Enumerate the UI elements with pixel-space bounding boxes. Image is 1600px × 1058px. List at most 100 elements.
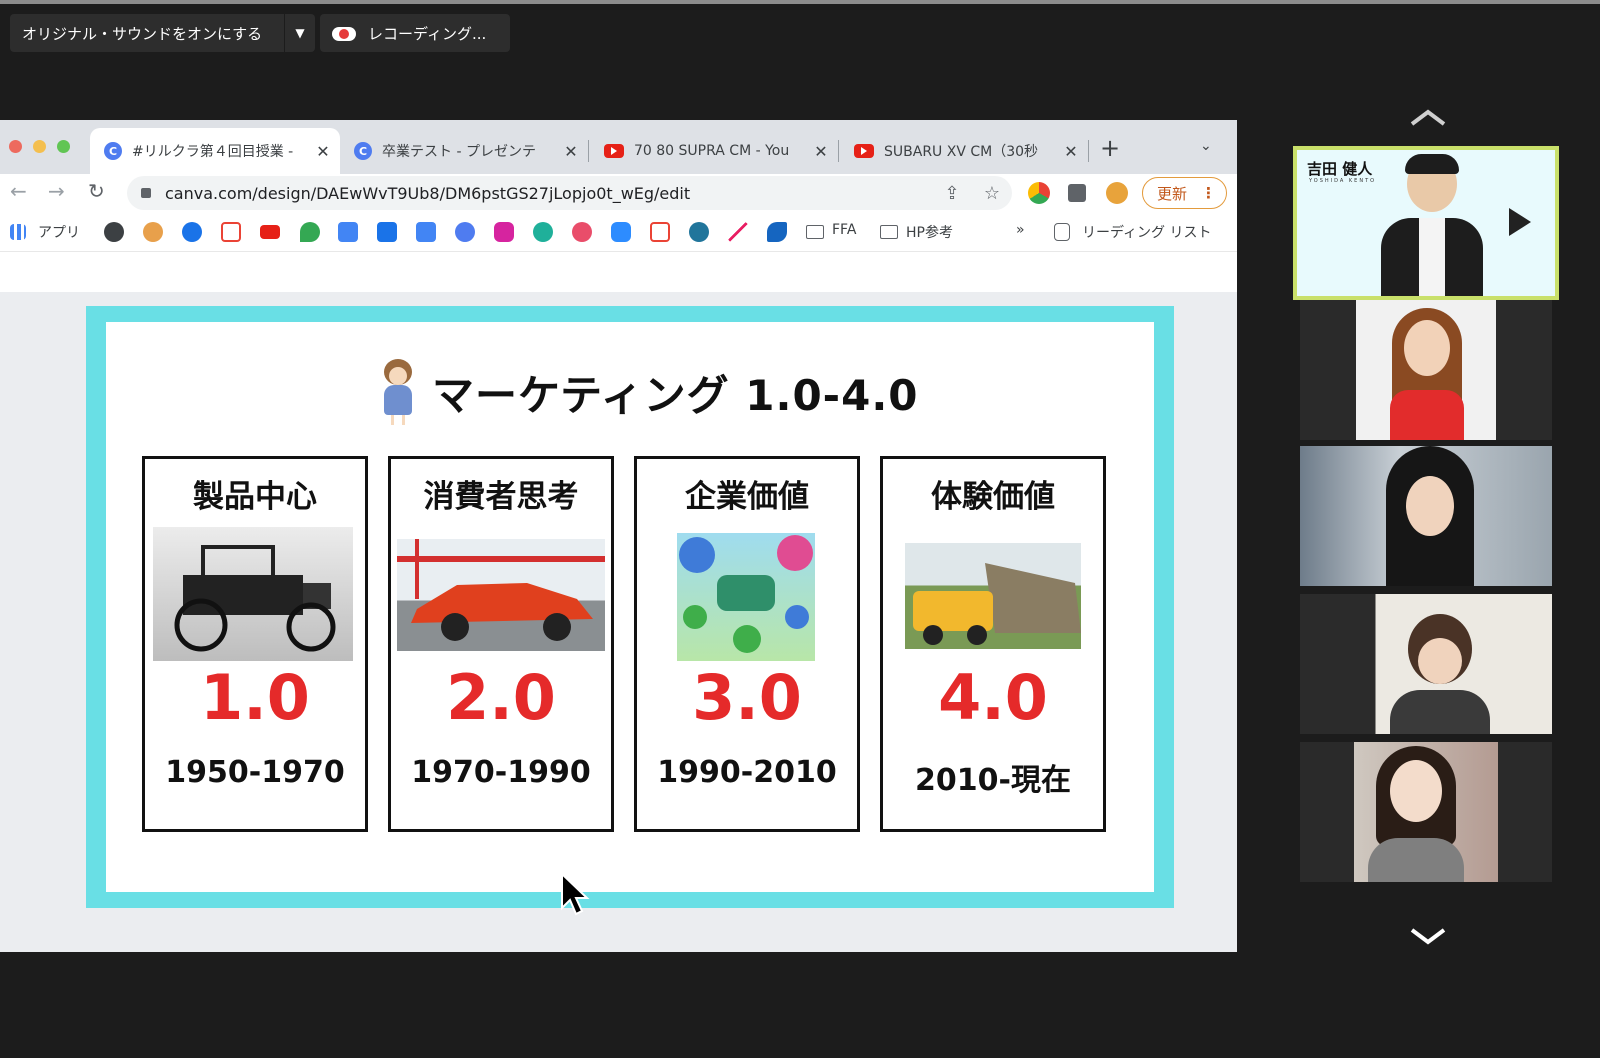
profile-avatar[interactable] [1106,182,1128,204]
calendar-icon[interactable] [416,222,436,242]
slide-title-text: マーケティング 1.0-4.0 [432,370,919,420]
slide-title: マーケティング 1.0-4.0 [376,352,919,432]
forward-arrow-icon[interactable]: → [48,179,65,203]
tab-supra-cm[interactable]: 70 80 SUPRA CM - You ✕ [590,128,838,174]
tab-search-chevron-icon[interactable]: ⌄ [1200,138,1212,154]
bookmark-star-icon[interactable]: ☆ [972,183,1012,204]
original-sound-toggle[interactable]: オリジナル・サウンドをオンにする ▼ [10,14,315,52]
tab-title: 卒業テスト - プレゼンテ [382,144,536,160]
translate-icon[interactable] [338,222,358,242]
circle-app-icon[interactable] [533,222,553,242]
close-icon[interactable]: ✕ [1060,142,1082,161]
slide[interactable]: マーケティング 1.0-4.0 製品中心 1.0 1950-1970 消費者思考… [106,322,1154,892]
google-sheets-icon[interactable] [377,222,397,242]
extensions-puzzle-icon[interactable] [1068,184,1086,202]
card-marketing-1: 製品中心 1.0 1950-1970 [142,456,368,832]
gear-icon[interactable] [182,222,202,242]
maps-pin-icon[interactable] [300,222,320,242]
minimize-window-icon[interactable] [33,140,46,153]
close-icon[interactable]: ✕ [560,142,582,161]
palette-icon[interactable] [143,222,163,242]
speaker-name-card: 吉田 健人 [1307,160,1373,178]
maximize-window-icon[interactable] [57,140,70,153]
reload-icon[interactable]: ↻ [88,179,105,203]
participant-photo [1354,742,1498,882]
canva-icon: C [104,142,122,160]
browser-toolbar: ← → ↻ canva.com/design/DAEwWvT9Ub8/DM6ps… [0,174,1237,212]
instagram-icon[interactable] [494,222,514,242]
bookmark-apps[interactable]: アプリ [38,222,80,242]
participant-video-4[interactable] [1300,594,1552,734]
tab-canva-test[interactable]: C 卒業テスト - プレゼンテ ✕ [340,128,588,174]
address-bar[interactable]: canva.com/design/DAEwWvT9Ub8/DM6pstGS27j… [127,176,1012,210]
tab-divider [838,140,839,162]
card-marketing-4: 体験価値 4.0 2010-現在 [880,456,1106,832]
card-marketing-2: 消費者思考 2.0 1970-1990 [388,456,614,832]
tab-divider [588,140,589,162]
new-tab-icon[interactable]: + [1100,134,1120,162]
zoom-window: { "zoom": { "sound_button_label": "オリジナル… [0,0,1600,1058]
gmail-icon[interactable] [650,222,670,242]
share-icon[interactable]: ⇪ [932,183,972,204]
wordpress-icon[interactable] [689,222,709,242]
extension-pie-icon[interactable] [1028,182,1050,204]
apps-grid-icon[interactable] [10,224,26,240]
chevron-up-icon[interactable] [1408,108,1448,128]
youtube-icon [604,144,624,158]
more-menu-icon[interactable]: ⋮ [1201,184,1216,202]
reading-list-icon [1054,223,1070,241]
card-years: 1990-2010 [657,755,837,790]
participant-video-3[interactable] [1300,446,1552,586]
more-bookmarks-chevron-icon[interactable]: » [1016,222,1025,238]
bookmark-folder-ffa[interactable]: FFA [832,222,856,238]
participant-person [1380,446,1480,586]
tab-canva-lesson[interactable]: C #リルクラ第４回目授業 - ✕ [90,128,340,174]
green-car-icon [679,535,813,653]
globe-icon[interactable] [104,222,124,242]
gmail-icon[interactable] [221,222,241,242]
check-app-icon[interactable] [767,222,787,242]
card-years: 1950-1970 [165,755,345,790]
back-arrow-icon[interactable]: ← [10,179,27,203]
update-button[interactable]: 更新 ⋮ [1142,177,1227,209]
close-icon[interactable]: ✕ [810,142,832,161]
zoom-icon[interactable] [611,222,631,242]
tab-subaru-cm[interactable]: SUBARU XV CM（30秒 ✕ [840,128,1088,174]
participant-person [1381,154,1483,296]
card-version: 4.0 [938,661,1048,734]
card-heading: 製品中心 [193,479,317,515]
mouse-cursor-icon [561,872,590,916]
red-sports-car-icon [397,539,605,641]
card-heading: 企業価値 [685,479,809,515]
bookmark-folder-hp[interactable]: HP参考 [906,222,953,242]
participant-video-active-speaker[interactable]: 吉田 健人 YOSHIDA KENTO [1293,146,1559,300]
speaker-romaji: YOSHIDA KENTO [1309,178,1377,184]
participant-video-2[interactable] [1300,300,1552,440]
folder-icon [806,225,824,239]
close-window-icon[interactable] [9,140,22,153]
canva-icon[interactable] [455,222,475,242]
chevron-down-icon[interactable]: ▼ [285,26,315,40]
chevron-down-icon[interactable] [1408,926,1448,946]
youtube-icon[interactable] [260,225,280,239]
participant-video-5[interactable] [1300,742,1552,882]
close-icon[interactable]: ✕ [312,142,334,161]
model-t-car-image [153,527,353,661]
recording-indicator[interactable]: レコーディング... [320,14,510,52]
card-version: 2.0 [446,661,556,734]
flower-app-icon[interactable] [572,222,592,242]
eco-car-image [677,533,815,661]
update-label: 更新 [1157,184,1188,203]
folder-icon [880,225,898,239]
reading-list-button[interactable]: リーディング リスト [1082,222,1211,242]
lock-icon [141,188,151,198]
skyline-car-image [397,539,605,651]
original-sound-label: オリジナル・サウンドをオンにする [22,24,263,43]
pen-icon[interactable] [728,222,748,242]
url-text: canva.com/design/DAEwWvT9Ub8/DM6pstGS27j… [165,183,691,203]
card-heading: 体験価値 [931,479,1055,515]
cloud-recording-icon [332,25,356,41]
canva-editor-canvas: マーケティング 1.0-4.0 製品中心 1.0 1950-1970 消費者思考… [0,292,1237,952]
card-version: 3.0 [692,661,802,734]
girl-illustration-icon [376,359,420,425]
